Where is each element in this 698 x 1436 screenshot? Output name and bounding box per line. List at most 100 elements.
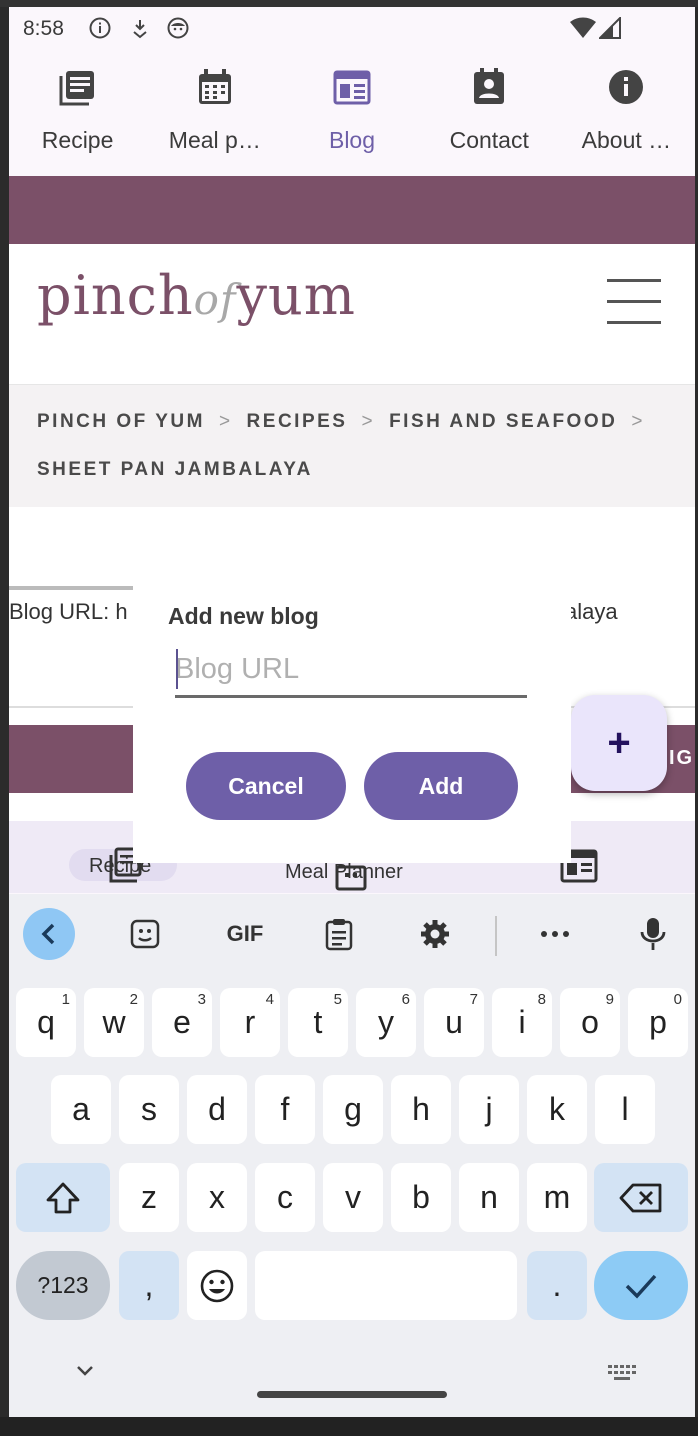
key-v[interactable]: v — [323, 1163, 383, 1232]
add-blog-dialog: Add new blog Cancel Add — [133, 585, 571, 863]
divider — [9, 586, 133, 590]
info-icon — [609, 70, 644, 104]
add-button[interactable]: Add — [364, 752, 518, 820]
back-icon[interactable] — [23, 908, 75, 960]
add-blog-fab[interactable]: + — [571, 695, 667, 791]
key-y[interactable]: y6 — [356, 988, 416, 1057]
key-m[interactable]: m — [527, 1163, 587, 1232]
key-o[interactable]: o9 — [560, 988, 620, 1057]
sticker-icon[interactable] — [119, 908, 171, 960]
tab-recipe-label: Recipe — [41, 127, 114, 153]
system-bottom-strip — [0, 1417, 698, 1436]
symbols-key[interactable]: ?123 — [16, 1251, 110, 1320]
tab-about-label: About … — [581, 127, 672, 153]
site-logo[interactable]: pinchofyum — [37, 264, 356, 327]
tab-recipe[interactable]: Recipe — [9, 61, 146, 177]
banner-text: IG — [669, 747, 695, 769]
key-p[interactable]: p0 — [628, 988, 688, 1057]
wifi-icon — [570, 17, 596, 38]
key-k[interactable]: k — [527, 1075, 587, 1144]
download-status-icon — [133, 20, 147, 39]
hamburger-menu-icon[interactable] — [607, 279, 661, 325]
key-a[interactable]: a — [51, 1075, 111, 1144]
calendar-nav-icon — [335, 865, 367, 891]
backspace-key[interactable] — [594, 1163, 688, 1232]
breadcrumb-item-home[interactable]: PINCH OF YUM — [37, 411, 205, 432]
contact-icon — [474, 68, 505, 104]
gesture-nav-handle[interactable] — [257, 1391, 447, 1398]
breadcrumb-item-category[interactable]: FISH AND SEAFOOD — [389, 411, 617, 432]
breadcrumb-current: SHEET PAN JAMBALAYA — [37, 459, 313, 480]
backspace-icon — [619, 1183, 662, 1212]
blog-url-text: Blog URL: h — [9, 599, 128, 624]
mic-icon[interactable] — [627, 908, 679, 960]
key-l[interactable]: l — [595, 1075, 655, 1144]
key-q[interactable]: q1 — [16, 988, 76, 1057]
key-u[interactable]: u7 — [424, 988, 484, 1057]
blog-url-text-end: alaya — [565, 599, 618, 624]
key-w[interactable]: w2 — [84, 988, 144, 1057]
key-r[interactable]: r4 — [220, 988, 280, 1057]
key-c[interactable]: c — [255, 1163, 315, 1232]
top-tab-bar: Recipe Meal p… Blog Contact About … — [9, 61, 695, 183]
plus-icon: + — [607, 721, 631, 765]
key-s[interactable]: s — [119, 1075, 179, 1144]
space-key[interactable] — [255, 1251, 517, 1320]
emoji-key[interactable] — [187, 1251, 247, 1320]
calendar-icon — [198, 69, 231, 104]
key-z[interactable]: z — [119, 1163, 179, 1232]
shift-icon — [46, 1182, 80, 1213]
recipe-list-icon — [59, 71, 94, 106]
breadcrumb-row: PINCH OF YUM > RECIPES > FISH AND SEAFOOD > — [37, 411, 659, 433]
hide-keyboard-icon[interactable] — [75, 1364, 95, 1378]
blog-icon — [333, 70, 371, 105]
checkmark-icon — [625, 1274, 657, 1299]
cancel-button[interactable]: Cancel — [186, 752, 346, 820]
logo-text-yum: yum — [236, 264, 356, 327]
key-d[interactable]: d — [187, 1075, 247, 1144]
shift-key[interactable] — [16, 1163, 110, 1232]
keyboard-switch-icon[interactable] — [607, 1364, 637, 1382]
key-j[interactable]: j — [459, 1075, 519, 1144]
settings-icon[interactable] — [409, 908, 461, 960]
info-status-icon — [89, 17, 111, 39]
signal-icon — [599, 17, 621, 39]
toolbar-divider — [495, 916, 497, 956]
more-icon[interactable] — [529, 908, 581, 960]
key-n[interactable]: n — [459, 1163, 519, 1232]
comma-key[interactable]: , — [119, 1251, 179, 1320]
tab-meal-planner[interactable]: Meal p… — [146, 61, 283, 177]
breadcrumb-item-recipes[interactable]: RECIPES — [247, 411, 348, 432]
emoji-icon — [200, 1269, 234, 1302]
enter-key[interactable] — [594, 1251, 688, 1320]
gif-button[interactable]: GIF — [215, 908, 275, 960]
breadcrumb-separator: > — [218, 411, 233, 432]
key-t[interactable]: t5 — [288, 988, 348, 1057]
breadcrumb-separator: > — [631, 411, 645, 432]
keyboard-toolbar: GIF — [9, 894, 695, 974]
tab-contact-label: Contact — [449, 127, 529, 153]
key-b[interactable]: b — [391, 1163, 451, 1232]
period-key[interactable]: . — [527, 1251, 587, 1320]
key-g[interactable]: g — [323, 1075, 383, 1144]
system-top-strip — [0, 0, 698, 7]
tab-about[interactable]: About … — [558, 61, 695, 177]
dialog-title: Add new blog — [168, 603, 319, 629]
tab-blog[interactable]: Blog — [283, 61, 420, 183]
clipboard-icon[interactable] — [313, 908, 365, 960]
key-e[interactable]: e3 — [152, 988, 212, 1057]
logo-text-of: of — [193, 275, 237, 324]
text-cursor — [176, 649, 178, 689]
key-f[interactable]: f — [255, 1075, 315, 1144]
key-i[interactable]: i8 — [492, 988, 552, 1057]
key-x[interactable]: x — [187, 1163, 247, 1232]
status-time: 8:58 — [23, 17, 64, 40]
status-bar: 8:58 — [9, 7, 695, 51]
blog-url-input[interactable] — [175, 643, 527, 698]
phone-screen: 8:58 Recipe Meal p… Blog Contact About …… — [9, 7, 695, 1417]
site-top-banner — [9, 176, 695, 244]
breadcrumb-separator: > — [361, 411, 376, 432]
breadcrumb: PINCH OF YUM > RECIPES > FISH AND SEAFOOD > S… — [9, 384, 695, 507]
key-h[interactable]: h — [391, 1075, 451, 1144]
tab-contact[interactable]: Contact — [421, 61, 558, 177]
